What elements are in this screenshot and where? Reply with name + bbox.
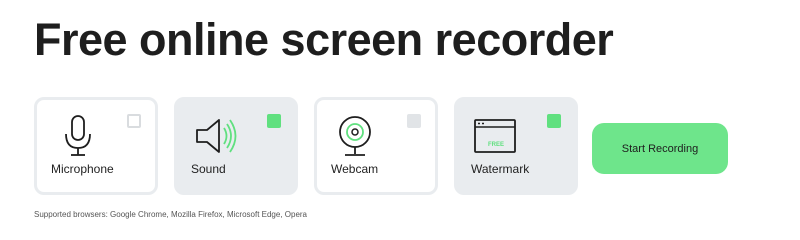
page-title: Free online screen recorder (34, 14, 614, 65)
microphone-icon (65, 115, 91, 156)
microphone-label: Microphone (51, 162, 114, 176)
watermark-option-card[interactable]: FREE Watermark (454, 97, 578, 195)
speaker-icon (196, 119, 237, 153)
watermark-icon: FREE (474, 119, 516, 153)
sound-label: Sound (191, 162, 226, 176)
watermark-checkbox[interactable] (547, 114, 561, 128)
watermark-badge: FREE (488, 142, 504, 148)
webcam-checkbox[interactable] (407, 114, 421, 128)
start-recording-button[interactable]: Start Recording (592, 123, 728, 174)
watermark-label: Watermark (471, 162, 530, 176)
microphone-option-card[interactable]: Microphone (34, 97, 158, 195)
sound-option-card[interactable]: Sound (174, 97, 298, 195)
supported-browsers-text: Supported browsers: Google Chrome, Mozil… (34, 210, 308, 219)
webcam-label: Webcam (331, 162, 379, 176)
webcam-icon (339, 116, 371, 156)
microphone-checkbox[interactable] (127, 114, 141, 128)
sound-checkbox[interactable] (267, 114, 281, 128)
webcam-option-card[interactable]: Webcam (314, 97, 438, 195)
